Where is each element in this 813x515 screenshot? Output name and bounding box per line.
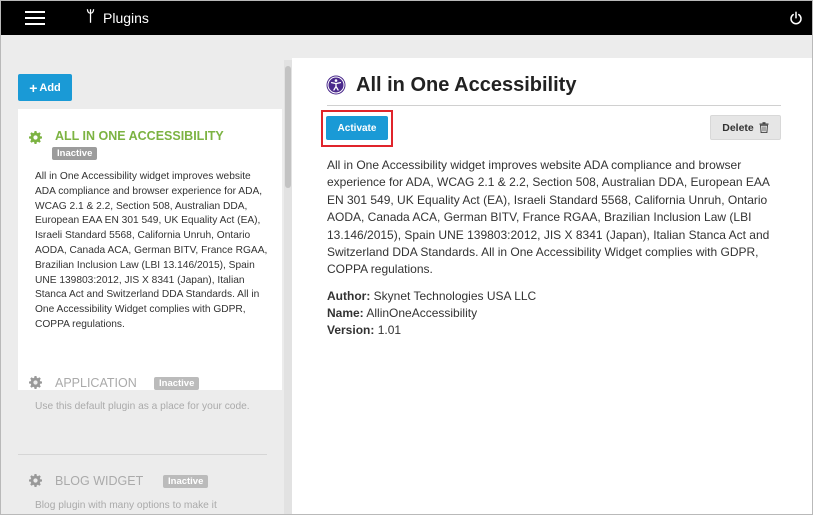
version-label: Version:: [327, 323, 375, 337]
plugin-item-description: All in One Accessibility widget improves…: [35, 171, 268, 330]
plus-icon: +: [29, 79, 38, 96]
hamburger-icon[interactable]: [25, 11, 45, 26]
status-badge: Inactive: [154, 377, 200, 390]
plugin-item-blog-widget[interactable]: BLOG WIDGET Inactive Blog plugin with ma…: [18, 463, 282, 514]
gear-icon: [29, 474, 42, 487]
activate-button[interactable]: Activate: [326, 116, 388, 140]
app-window: ᛘ Plugins + Add ALL IN ONE ACCESSIBILITY…: [0, 0, 813, 515]
name-label: Name:: [327, 306, 364, 320]
delete-button[interactable]: Delete: [710, 115, 781, 140]
author-value: Skynet Technologies USA LLC: [373, 289, 537, 303]
plugin-detail-title: All in One Accessibility: [356, 74, 577, 96]
plugin-item-description: Use this default plugin as a place for y…: [35, 401, 250, 412]
plugin-author: Author: Skynet Technologies USA LLC: [327, 289, 536, 303]
power-icon[interactable]: [789, 11, 803, 25]
status-badge: Inactive: [163, 475, 209, 488]
plugin-detail-description: All in One Accessibility widget improves…: [327, 158, 770, 277]
status-badge: Inactive: [52, 147, 98, 160]
delete-button-label: Delete: [722, 121, 754, 134]
trash-icon: [759, 122, 769, 133]
title-divider: [327, 105, 781, 106]
plugin-name: Name: AllinOneAccessibility: [327, 306, 477, 320]
add-button-label: Add: [39, 81, 61, 94]
plugin-version: Version: 1.01: [327, 323, 401, 337]
top-bar: ᛘ Plugins: [1, 1, 812, 35]
version-value: 1.01: [377, 323, 402, 337]
plugin-item-title: ALL IN ONE ACCESSIBILITY: [55, 129, 224, 143]
accessibility-icon: [326, 75, 346, 95]
plugin-item-description: Blog plugin with many options to make it: [35, 500, 217, 511]
app-logo-icon: ᛘ: [86, 8, 96, 25]
plugin-list-panel: + Add ALL IN ONE ACCESSIBILITY Inactive …: [1, 35, 292, 514]
plugin-item-title: BLOG WIDGET: [55, 474, 144, 488]
plugin-item-application[interactable]: APPLICATION Inactive Use this default pl…: [18, 365, 282, 450]
plugin-detail-panel: All in One Accessibility Activate Delete…: [292, 58, 812, 514]
author-label: Author:: [327, 289, 371, 303]
gear-icon: [29, 131, 42, 144]
plugin-item-title: APPLICATION: [55, 376, 137, 390]
name-value: AllinOneAccessibility: [366, 306, 478, 320]
scrollbar-thumb[interactable]: [285, 66, 291, 188]
gear-icon: [29, 376, 42, 389]
list-divider: [18, 454, 267, 455]
add-plugin-button[interactable]: + Add: [18, 74, 72, 101]
page-title: Plugins: [103, 10, 149, 26]
plugin-item-all-in-one-accessibility[interactable]: ALL IN ONE ACCESSIBILITY Inactive All in…: [18, 109, 282, 390]
